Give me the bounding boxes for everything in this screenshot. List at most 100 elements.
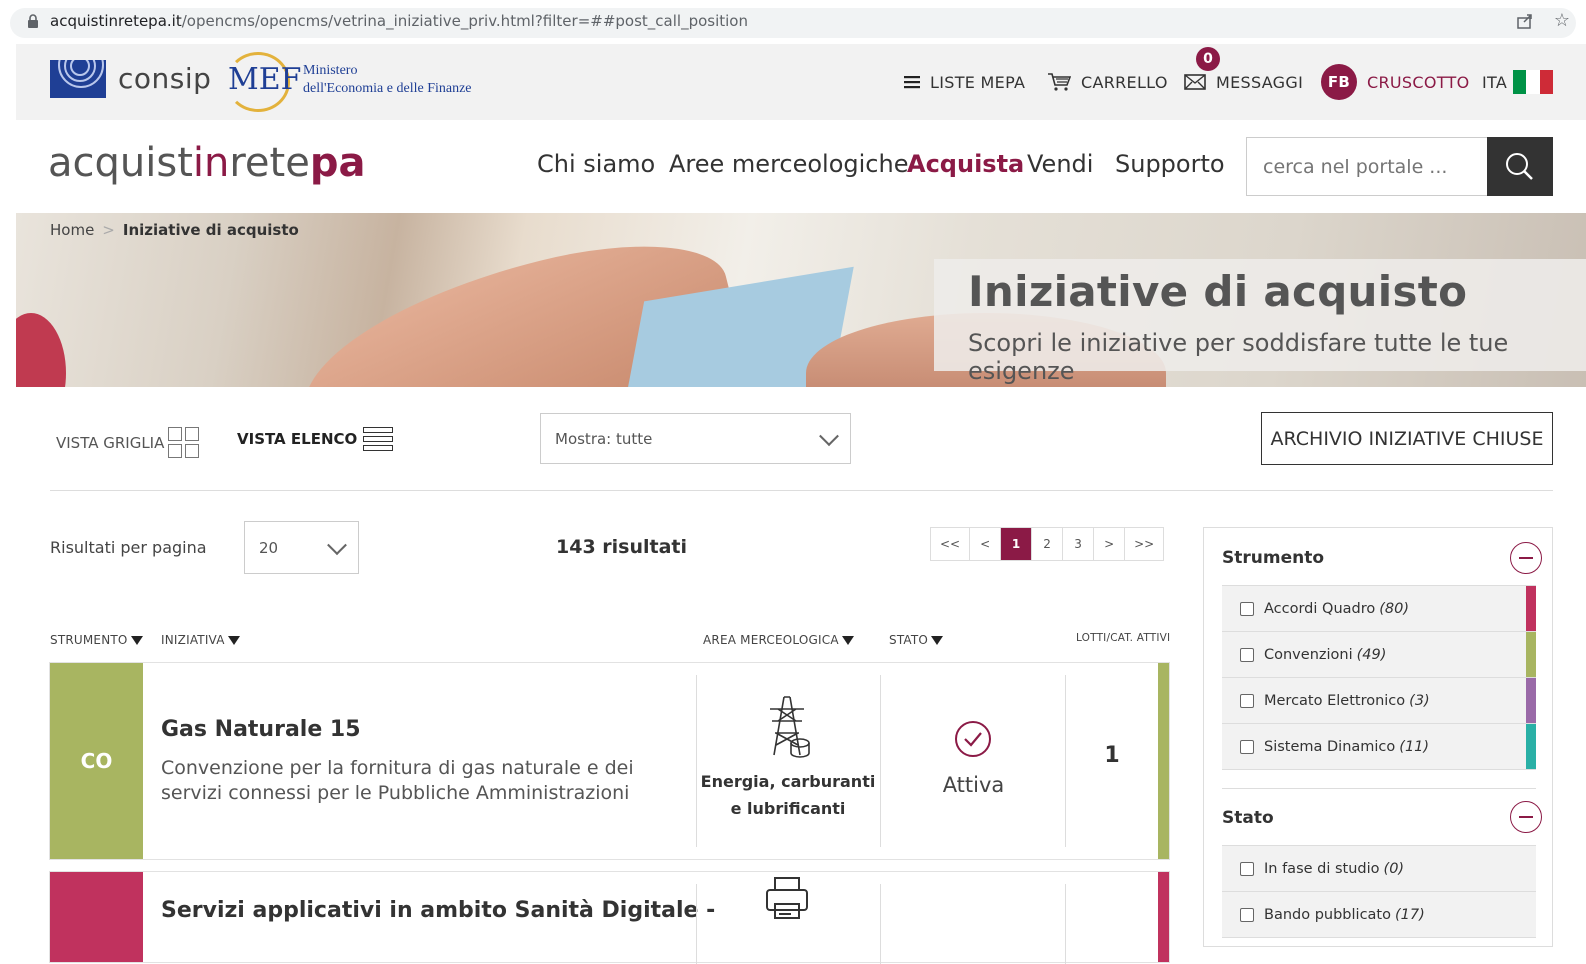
table-row[interactable]: Servizi applicativi in ambito Sanità Dig…: [50, 872, 1169, 964]
italy-flag-icon: [1513, 70, 1554, 94]
browser-url-bar: acquistinretepa.it/opencms/opencms/vetri…: [0, 0, 1586, 44]
results-per-page-label: Risultati per pagina: [50, 538, 207, 557]
page-3[interactable]: 3: [1063, 528, 1095, 560]
checkbox[interactable]: [1240, 861, 1254, 876]
filter-convenzioni[interactable]: Convenzioni (49): [1222, 632, 1536, 678]
page-last[interactable]: >>: [1125, 528, 1163, 560]
chevron-down-icon: [819, 425, 839, 446]
mef-logo[interactable]: MEF: [228, 62, 301, 97]
cruscotto-link[interactable]: FB CRUSCOTTO: [1321, 44, 1469, 120]
sort-iniziativa[interactable]: INIZIATIVA: [161, 633, 240, 647]
sort-strumento[interactable]: STRUMENTO: [50, 633, 143, 647]
results-per-page-select[interactable]: 20: [244, 521, 359, 574]
filter-accordi-quadro[interactable]: Accordi Quadro (80): [1222, 586, 1536, 632]
color-bar: [1526, 586, 1536, 631]
site-logo[interactable]: acquistinretepa: [48, 140, 365, 186]
search-input[interactable]: [1247, 138, 1488, 195]
nav-acquista[interactable]: Acquista: [907, 150, 1024, 178]
lotti-count: 1: [1104, 743, 1120, 768]
breadcrumb: Home > Iniziative di acquisto: [50, 221, 299, 239]
hero-panel: Iniziative di acquisto Scopri le iniziat…: [934, 259, 1586, 385]
page-prev[interactable]: <: [970, 528, 1002, 560]
mostra-select[interactable]: Mostra: tutte: [540, 413, 851, 464]
nav-aree-merceologiche[interactable]: Aree merceologiche: [669, 150, 908, 178]
initiative-description: Convenzione per la fornitura di gas natu…: [161, 757, 634, 804]
lock-icon: [28, 14, 38, 28]
filter-group-strumento-title: Strumento: [1222, 548, 1325, 568]
sort-down-icon: [130, 636, 143, 645]
checkbox[interactable]: [1240, 907, 1254, 922]
strumento-code: CO: [50, 663, 143, 859]
area-label: Energia, carburanti e lubrificanti: [700, 772, 876, 818]
user-avatar: FB: [1321, 64, 1357, 100]
bookmark-star-icon[interactable]: ☆: [1554, 10, 1570, 31]
nav-chi-siamo[interactable]: Chi siamo: [537, 150, 655, 178]
power-tower-icon: [770, 696, 810, 758]
mef-description: Ministero dell'Economia e delle Finanze: [303, 63, 472, 96]
filter-sistema-dinamico[interactable]: Sistema Dinamico (11): [1222, 724, 1536, 770]
collapse-stato-icon[interactable]: [1510, 801, 1542, 833]
consip-logo[interactable]: [50, 60, 106, 98]
page-first[interactable]: <<: [931, 528, 971, 560]
column-divider: [880, 675, 881, 847]
filter-in-fase-di-studio[interactable]: In fase di studio (0): [1222, 846, 1536, 892]
column-divider: [696, 884, 697, 964]
check-circle-icon: [955, 721, 991, 757]
filter-group-stato-title: Stato: [1222, 808, 1274, 828]
table-row[interactable]: CO Gas Naturale 15 Convenzione per la fo…: [50, 663, 1169, 859]
header-lotti: LOTTI/CAT. ATTIVI: [1076, 632, 1171, 644]
list-view-icon: [363, 427, 394, 451]
sort-down-icon: [227, 636, 240, 645]
messages-count-badge: 0: [1196, 47, 1220, 71]
url-text[interactable]: acquistinretepa.it/opencms/opencms/vetri…: [50, 12, 748, 30]
menu-icon: [904, 76, 920, 89]
checkbox[interactable]: [1240, 647, 1254, 662]
row-color-stripe: [1158, 663, 1169, 859]
column-divider: [880, 884, 881, 964]
breadcrumb-home[interactable]: Home: [50, 221, 94, 239]
sort-down-icon: [931, 636, 944, 645]
carrello-link[interactable]: CARRELLO: [1047, 44, 1168, 120]
vista-griglia-button[interactable]: VISTA GRIGLIA: [56, 427, 200, 458]
initiative-title[interactable]: Gas Naturale 15: [161, 717, 361, 742]
filter-mercato-elettronico[interactable]: Mercato Elettronico (3): [1222, 678, 1536, 724]
hero-image-detail: [16, 313, 66, 387]
page-title: Iniziative di acquisto: [968, 267, 1468, 316]
nav-supporto[interactable]: Supporto: [1115, 150, 1225, 178]
divider: [50, 490, 1553, 491]
row-color-stripe: [1158, 872, 1169, 962]
sort-stato[interactable]: STATO: [889, 633, 944, 647]
vista-elenco-button[interactable]: VISTA ELENCO: [237, 427, 394, 451]
color-bar: [1526, 724, 1536, 769]
liste-mepa-link[interactable]: LISTE MEPA: [904, 44, 1025, 120]
search-field: [1246, 137, 1488, 196]
checkbox[interactable]: [1240, 739, 1254, 754]
breadcrumb-separator: >: [102, 221, 115, 239]
language-selector[interactable]: ITA: [1482, 44, 1554, 120]
color-bar: [1526, 632, 1536, 677]
column-divider: [1065, 884, 1066, 964]
status-label: Attiva: [942, 773, 1005, 797]
page-1[interactable]: 1: [1001, 528, 1033, 560]
archivio-iniziative-button[interactable]: ARCHIVIO INIZIATIVE CHIUSE: [1261, 412, 1553, 465]
hero-banner: Home > Iniziative di acquisto Iniziative d…: [16, 213, 1586, 387]
filter-panel: Strumento Accordi Quadro (80) Convenzioni…: [1203, 527, 1553, 947]
breadcrumb-current: Iniziative di acquisto: [122, 221, 299, 239]
initiative-title[interactable]: Servizi applicativi in ambito Sanità Dig…: [161, 898, 715, 923]
grid-view-icon: [168, 427, 200, 458]
sort-down-icon: [841, 636, 854, 645]
checkbox[interactable]: [1240, 601, 1254, 616]
search-button[interactable]: [1487, 137, 1553, 196]
filter-bando-pubblicato[interactable]: Bando pubblicato (17): [1222, 892, 1536, 938]
checkbox[interactable]: [1240, 693, 1254, 708]
page-2[interactable]: 2: [1032, 528, 1064, 560]
nav-vendi[interactable]: Vendi: [1027, 150, 1093, 178]
pagination: << < 1 2 3 > >>: [930, 527, 1165, 561]
collapse-strumento-icon[interactable]: [1510, 542, 1542, 574]
consip-name: consip: [118, 62, 212, 95]
page-next[interactable]: >: [1094, 528, 1126, 560]
mail-icon: [1184, 74, 1206, 90]
sort-area-merceologica[interactable]: AREA MERCEOLOGICA: [703, 633, 854, 647]
share-icon[interactable]: [1516, 12, 1534, 30]
printer-icon: [766, 877, 808, 919]
